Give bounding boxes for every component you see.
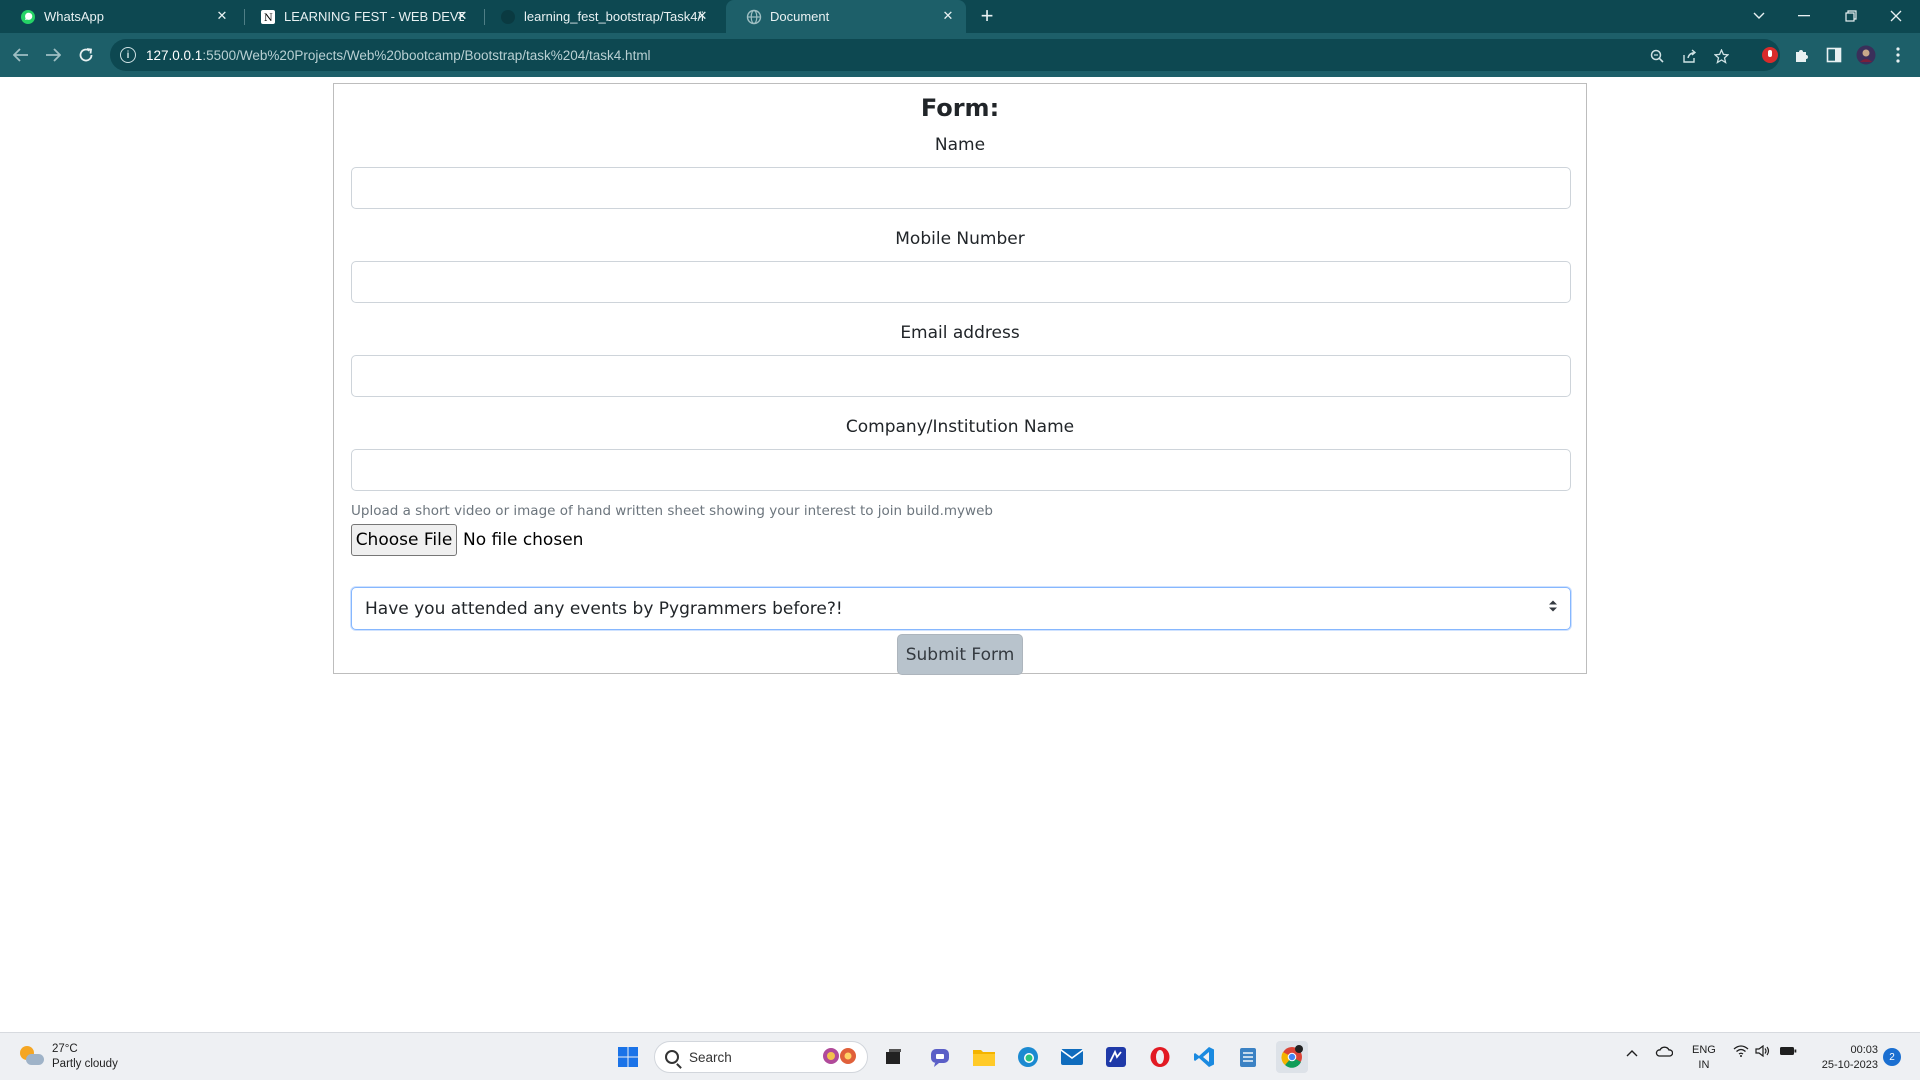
company-input[interactable]	[351, 449, 1571, 491]
show-hidden-icons-chevron-icon[interactable]	[1626, 1045, 1638, 1060]
github-icon	[500, 9, 516, 25]
close-icon[interactable]: ✕	[694, 8, 710, 24]
weather-desc: Partly cloudy	[52, 1058, 118, 1070]
system-clock[interactable]: 00:03 25-10-2023	[1812, 1043, 1878, 1073]
profile-avatar[interactable]	[1854, 43, 1878, 67]
reload-button[interactable]	[74, 43, 98, 67]
back-button[interactable]	[9, 43, 33, 67]
svg-text:N: N	[264, 13, 273, 24]
wifi-icon[interactable]	[1733, 1045, 1749, 1060]
file-status: No file chosen	[463, 530, 584, 550]
browser-tab-bar: WhatsApp ✕ N LEARNING FEST - WEB DEVELOP…	[0, 0, 1920, 33]
site-info-icon[interactable]: i	[120, 47, 136, 63]
restore-button[interactable]	[1837, 4, 1865, 28]
menu-kebab-icon[interactable]	[1886, 43, 1910, 67]
tab-title: WhatsApp	[44, 9, 104, 24]
volume-icon[interactable]	[1755, 1044, 1771, 1060]
events-attended-select[interactable]: Have you attended any events by Pygramme…	[351, 587, 1571, 630]
notepad-icon[interactable]	[1232, 1041, 1264, 1073]
file-explorer-icon[interactable]	[968, 1041, 1000, 1073]
notification-badge[interactable]: 2	[1883, 1048, 1901, 1066]
side-panel-icon[interactable]	[1822, 43, 1846, 67]
email-input[interactable]	[351, 355, 1571, 397]
tab-whatsapp[interactable]: WhatsApp ✕	[0, 0, 240, 33]
select-caret-icon	[1548, 599, 1558, 615]
search-placeholder: Search	[689, 1049, 732, 1065]
tab-title: LEARNING FEST - WEB DEVELOPMENT	[284, 9, 464, 24]
minimize-button[interactable]	[1790, 4, 1818, 28]
form-title: Form:	[920, 94, 1000, 122]
language-region: IN	[1698, 1059, 1710, 1071]
onedrive-cloud-icon[interactable]	[1655, 1045, 1674, 1060]
globe-icon	[746, 9, 762, 25]
weather-widget[interactable]: 27°C Partly cloudy	[18, 1042, 118, 1072]
file-upload: Choose File No file chosen	[351, 524, 583, 556]
vscode-icon[interactable]	[1188, 1041, 1220, 1073]
notion-icon: N	[260, 9, 276, 25]
tab-github-task4[interactable]: learning_fest_bootstrap/Task4/index.html…	[480, 0, 720, 33]
mobile-number-input[interactable]	[351, 261, 1571, 303]
editor-app-icon[interactable]	[1100, 1041, 1132, 1073]
mobile-label: Mobile Number	[895, 229, 1025, 249]
choose-file-button[interactable]: Choose File	[351, 524, 457, 556]
url-text: 127.0.0.1:5500/Web%20Projects/Web%20boot…	[146, 48, 651, 63]
weather-temp: 27°C	[52, 1043, 78, 1055]
browser-toolbar: i 127.0.0.1:5500/Web%20Projects/Web%20bo…	[0, 33, 1920, 77]
language-code: ENG	[1692, 1044, 1716, 1056]
url-path: :5500/Web%20Projects/Web%20bootcamp/Boot…	[202, 47, 651, 63]
new-tab-button[interactable]: +	[976, 5, 998, 28]
close-icon[interactable]: ✕	[940, 8, 956, 24]
language-indicator[interactable]: ENG IN	[1692, 1043, 1716, 1073]
tab-document[interactable]: Document ✕	[726, 0, 966, 33]
start-button[interactable]	[612, 1041, 644, 1073]
whatsapp-icon	[20, 9, 36, 25]
url-host: 127.0.0.1	[146, 47, 203, 63]
search-icon	[665, 1050, 679, 1064]
partly-cloudy-icon	[18, 1044, 44, 1070]
clock-date: 25-10-2023	[1821, 1059, 1878, 1071]
bookmark-star-icon[interactable]	[1712, 47, 1730, 65]
registration-form: Form: Name Mobile Number Email address C…	[333, 83, 1587, 675]
page-content: Form: Name Mobile Number Email address C…	[0, 77, 1920, 1032]
tab-learning-fest[interactable]: N LEARNING FEST - WEB DEVELOPMENT ✕	[240, 0, 480, 33]
name-label: Name	[934, 135, 986, 155]
edge-browser-icon[interactable]	[1012, 1041, 1044, 1073]
chrome-icon[interactable]	[1276, 1041, 1308, 1073]
task-view-icon[interactable]	[877, 1041, 909, 1073]
email-label: Email address	[900, 323, 1020, 343]
share-icon[interactable]	[1680, 47, 1698, 65]
forward-button[interactable]	[41, 43, 65, 67]
search-highlight-icon	[821, 1046, 859, 1069]
company-label: Company/Institution Name	[845, 417, 1075, 437]
upload-help-text: Upload a short video or image of hand wr…	[351, 503, 993, 519]
battery-icon[interactable]	[1779, 1045, 1797, 1060]
opera-icon[interactable]	[1144, 1041, 1176, 1073]
extensions-puzzle-icon[interactable]	[1790, 43, 1814, 67]
clock-time: 00:03	[1850, 1044, 1878, 1056]
submit-button[interactable]: Submit Form	[897, 634, 1023, 675]
extension-record-icon[interactable]	[1758, 43, 1782, 67]
tab-search-chevron-icon[interactable]	[1745, 4, 1773, 28]
windows-taskbar: 27°C Partly cloudy Search ENG IN 00:03 2…	[0, 1032, 1920, 1080]
taskbar-search[interactable]: Search	[654, 1041, 868, 1073]
tab-title: Document	[770, 9, 830, 24]
zoom-icon[interactable]	[1648, 47, 1666, 65]
tab-title: learning_fest_bootstrap/Task4/index.html	[524, 9, 704, 24]
teams-chat-icon[interactable]	[924, 1041, 956, 1073]
select-value: Have you attended any events by Pygramme…	[365, 598, 843, 619]
window-close-button[interactable]	[1882, 4, 1910, 28]
name-input[interactable]	[351, 167, 1571, 209]
close-icon[interactable]: ✕	[454, 8, 470, 24]
close-icon[interactable]: ✕	[214, 8, 230, 24]
mail-icon[interactable]	[1056, 1041, 1088, 1073]
address-bar[interactable]: i 127.0.0.1:5500/Web%20Projects/Web%20bo…	[110, 39, 1780, 71]
